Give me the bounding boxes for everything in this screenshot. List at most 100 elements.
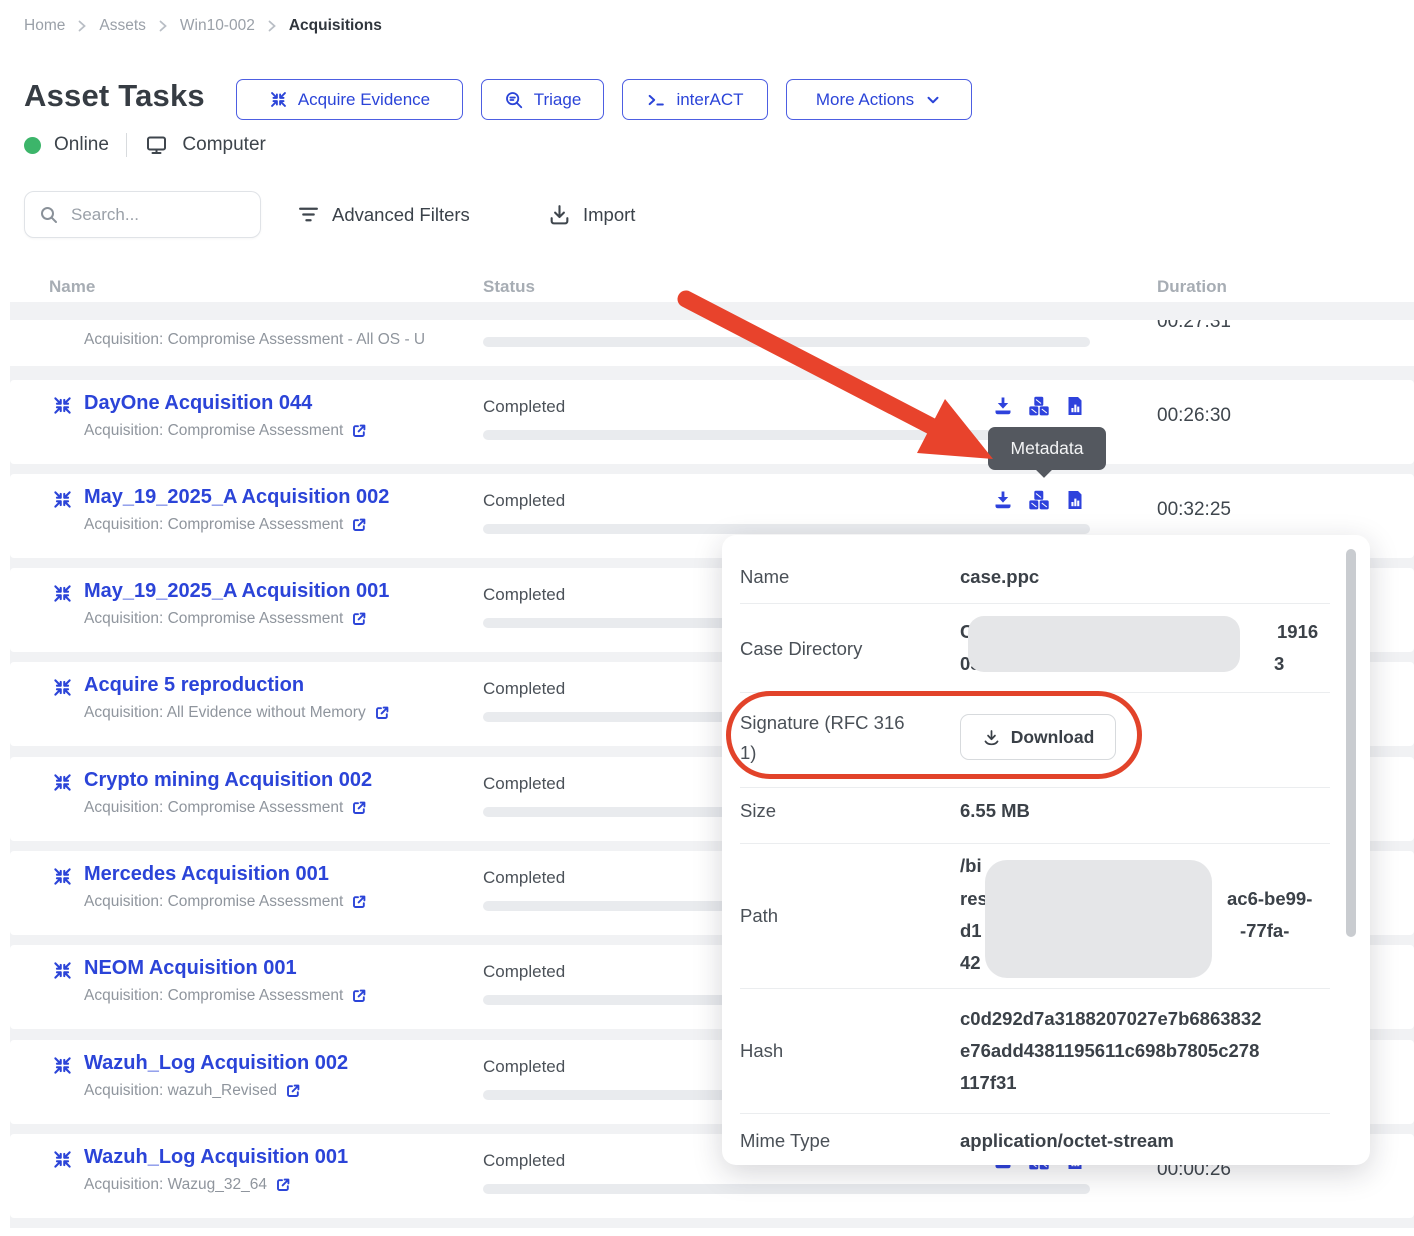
column-header-status: Status (483, 277, 535, 297)
field-label: Name (740, 566, 789, 588)
external-link-icon[interactable] (374, 705, 390, 721)
external-link-icon[interactable] (351, 517, 367, 533)
field-value-fragment: 42 (960, 952, 981, 974)
field-label: Hash (740, 1040, 783, 1062)
field-value-fragment: /bi (960, 855, 982, 877)
metadata-icon[interactable] (1028, 489, 1050, 511)
task-name-link[interactable]: Crypto mining Acquisition 002 (84, 769, 372, 792)
task-name-link[interactable]: May_19_2025_A Acquisition 002 (84, 486, 389, 509)
breadcrumb-assets[interactable]: Assets (99, 17, 146, 35)
acquisition-task-icon (52, 1055, 73, 1081)
redaction-blob (968, 616, 1240, 672)
field-label: Mime Type (740, 1130, 830, 1152)
status-text: Completed (483, 679, 565, 699)
download-icon[interactable] (992, 395, 1014, 417)
terminal-icon (646, 90, 666, 110)
import-icon (548, 203, 571, 226)
divider (740, 603, 1330, 604)
acquisition-task-icon (52, 395, 73, 421)
progress-bar (483, 524, 1090, 534)
task-name-link[interactable]: Acquire 5 reproduction (84, 674, 304, 697)
field-label: Case Directory (740, 638, 862, 660)
field-value-fragment: ac6-be99- (1227, 888, 1312, 910)
divider (740, 843, 1330, 844)
search-box (24, 191, 261, 238)
task-subtitle: Acquisition: Compromise Assessment (84, 610, 367, 628)
field-label: Size (740, 800, 776, 822)
action-buttons: Acquire Evidence Triage interACT More Ac… (236, 79, 972, 120)
import-button[interactable]: Import (548, 203, 635, 226)
acquisition-task-icon (52, 960, 73, 986)
task-name-link[interactable]: Wazuh_Log Acquisition 001 (84, 1146, 348, 1169)
task-subtitle: Acquisition: Compromise Assessment (84, 893, 367, 911)
download-icon[interactable] (992, 489, 1014, 511)
triage-button[interactable]: Triage (481, 79, 604, 120)
triage-icon (504, 90, 524, 110)
external-link-icon[interactable] (351, 988, 367, 1004)
external-link-icon[interactable] (351, 800, 367, 816)
breadcrumb-asset[interactable]: Win10-002 (180, 17, 255, 35)
metadata-panel: Name case.ppc Case Directory C:\ 1916 05… (722, 535, 1370, 1165)
advanced-filters-button[interactable]: Advanced Filters (297, 203, 470, 226)
divider (740, 988, 1330, 989)
status-text: Completed (483, 491, 565, 511)
external-link-icon[interactable] (285, 1083, 301, 1099)
acquisition-task-icon (52, 1149, 73, 1175)
report-icon[interactable] (1064, 395, 1086, 417)
status-text: Completed (483, 397, 565, 417)
acquire-evidence-button[interactable]: Acquire Evidence (236, 79, 463, 120)
external-link-icon[interactable] (275, 1177, 291, 1193)
field-value-fragment: d1 (960, 920, 982, 942)
acquire-icon (269, 90, 288, 109)
breadcrumb-current: Acquisitions (289, 17, 382, 35)
row-actions (992, 395, 1086, 417)
asset-tasks-screen: Home Assets Win10-002 Acquisitions Asset… (0, 0, 1414, 1236)
metadata-icon[interactable] (1028, 395, 1050, 417)
task-subtitle: Acquisition: Compromise Assessment (84, 516, 367, 534)
external-link-icon[interactable] (351, 423, 367, 439)
chevron-down-icon (924, 91, 942, 109)
table-row-partial: Acquisition: Compromise Assessment - All… (10, 320, 1414, 366)
progress-bar (483, 1184, 1090, 1194)
task-name-link[interactable]: DayOne Acquisition 044 (84, 392, 312, 415)
task-subtitle: Acquisition: wazuh_Revised (84, 1082, 301, 1100)
status-text: Completed (483, 1057, 565, 1077)
external-link-icon[interactable] (351, 611, 367, 627)
annotation-red-ring (726, 691, 1142, 779)
search-icon (39, 205, 59, 225)
task-name-link[interactable]: Mercedes Acquisition 001 (84, 863, 329, 886)
breadcrumb-home[interactable]: Home (24, 17, 65, 35)
status-text: Completed (483, 962, 565, 982)
chevron-right-icon (157, 19, 169, 33)
divider (126, 133, 128, 157)
task-subtitle: Acquisition: Compromise Assessment (84, 987, 367, 1005)
report-icon[interactable] (1064, 489, 1086, 511)
task-name-link[interactable]: May_19_2025_A Acquisition 001 (84, 580, 389, 603)
external-link-icon[interactable] (351, 894, 367, 910)
search-input[interactable] (69, 204, 223, 226)
duration-value: 00:27:31 (1157, 320, 1231, 333)
column-header-name: Name (49, 277, 95, 297)
breadcrumb: Home Assets Win10-002 Acquisitions (24, 17, 382, 35)
chevron-right-icon (266, 19, 278, 33)
field-value: c0d292d7a3188207027e7b6863832e76add43811… (960, 1003, 1268, 1099)
status-text: Completed (483, 585, 565, 605)
field-value-fragment: res (960, 888, 988, 910)
divider (740, 1113, 1330, 1114)
field-label: Path (740, 905, 778, 927)
acquisition-task-icon (52, 772, 73, 798)
scrollbar-thumb[interactable] (1346, 549, 1356, 937)
filter-icon (297, 203, 320, 226)
more-actions-button[interactable]: More Actions (786, 79, 972, 120)
asset-status-line: Online Computer (24, 133, 266, 157)
task-name-link[interactable]: Wazuh_Log Acquisition 002 (84, 1052, 348, 1075)
progress-bar (483, 337, 1090, 347)
divider (740, 787, 1330, 788)
acquisition-task-icon (52, 866, 73, 892)
asset-type-label: Computer (182, 134, 265, 156)
task-name-link[interactable]: NEOM Acquisition 001 (84, 957, 297, 980)
duration-value: 00:26:30 (1157, 405, 1231, 427)
redaction-blob (985, 860, 1212, 978)
interact-button[interactable]: interACT (622, 79, 768, 120)
online-status-label: Online (54, 134, 109, 156)
